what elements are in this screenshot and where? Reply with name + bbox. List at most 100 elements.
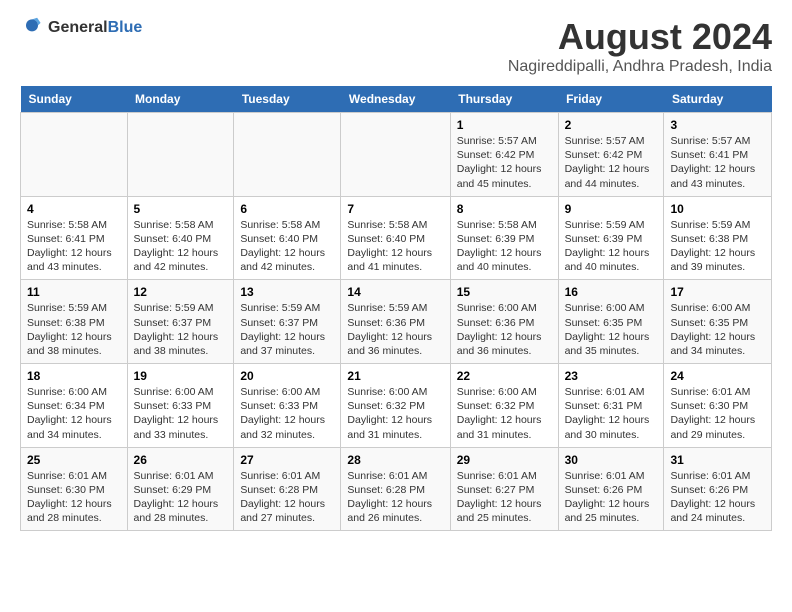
day-number: 4 — [27, 202, 121, 216]
day-number: 19 — [134, 369, 228, 383]
day-cell — [127, 113, 234, 197]
day-cell: 24Sunrise: 6:01 AM Sunset: 6:30 PM Dayli… — [664, 364, 772, 448]
day-info: Sunrise: 6:00 AM Sunset: 6:33 PM Dayligh… — [134, 385, 228, 442]
week-row-5: 25Sunrise: 6:01 AM Sunset: 6:30 PM Dayli… — [21, 447, 772, 531]
day-cell: 1 Sunrise: 5:57 AM Sunset: 6:42 PM Daylig… — [450, 113, 558, 197]
subtitle: Nagireddipalli, Andhra Pradesh, India — [508, 58, 772, 76]
day-cell — [341, 113, 450, 197]
day-number: 26 — [134, 453, 228, 467]
header-row: SundayMondayTuesdayWednesdayThursdayFrid… — [21, 86, 772, 113]
day-number: 11 — [27, 285, 121, 299]
calendar-table: SundayMondayTuesdayWednesdayThursdayFrid… — [20, 86, 772, 531]
day-number: 21 — [347, 369, 443, 383]
day-cell — [21, 113, 128, 197]
day-number: 15 — [457, 285, 552, 299]
day-number: 23 — [565, 369, 658, 383]
day-cell: 29Sunrise: 6:01 AM Sunset: 6:27 PM Dayli… — [450, 447, 558, 531]
day-number: 17 — [670, 285, 765, 299]
day-number: 16 — [565, 285, 658, 299]
day-info: Sunrise: 5:59 AM Sunset: 6:39 PM Dayligh… — [565, 218, 658, 275]
day-cell: 3 Sunrise: 5:57 AM Sunset: 6:41 PM Daylig… — [664, 113, 772, 197]
day-number: 20 — [240, 369, 334, 383]
day-cell: 11 Sunrise: 5:59 AM Sunset: 6:38 PM Dayli… — [21, 280, 128, 364]
day-number: 12 — [134, 285, 228, 299]
title-area: August 2024 Nagireddipalli, Andhra Prade… — [508, 16, 772, 76]
day-info: Sunrise: 5:58 AM Sunset: 6:40 PM Dayligh… — [134, 218, 228, 275]
day-info: Sunrise: 6:01 AM Sunset: 6:29 PM Dayligh… — [134, 469, 228, 526]
day-number: 2 — [565, 118, 658, 132]
day-info: Sunrise: 5:58 AM Sunset: 6:41 PM Dayligh… — [27, 218, 121, 275]
day-number: 22 — [457, 369, 552, 383]
day-info: Sunrise: 5:57 AM Sunset: 6:42 PM Dayligh… — [565, 134, 658, 191]
day-number: 13 — [240, 285, 334, 299]
week-row-4: 18Sunrise: 6:00 AM Sunset: 6:34 PM Dayli… — [21, 364, 772, 448]
day-number: 28 — [347, 453, 443, 467]
day-cell: 28 Sunrise: 6:01 AM Sunset: 6:28 PM Dayli… — [341, 447, 450, 531]
day-info: Sunrise: 5:59 AM Sunset: 6:38 PM Dayligh… — [670, 218, 765, 275]
day-info: Sunrise: 6:00 AM Sunset: 6:35 PM Dayligh… — [565, 301, 658, 358]
day-cell: 31Sunrise: 6:01 AM Sunset: 6:26 PM Dayli… — [664, 447, 772, 531]
day-info: Sunrise: 6:00 AM Sunset: 6:32 PM Dayligh… — [457, 385, 552, 442]
day-info: Sunrise: 5:57 AM Sunset: 6:42 PM Dayligh… — [457, 134, 552, 191]
day-info: Sunrise: 5:57 AM Sunset: 6:41 PM Dayligh… — [670, 134, 765, 191]
day-info: Sunrise: 6:01 AM Sunset: 6:26 PM Dayligh… — [565, 469, 658, 526]
day-cell: 12 Sunrise: 5:59 AM Sunset: 6:37 PM Dayli… — [127, 280, 234, 364]
day-cell: 23 Sunrise: 6:01 AM Sunset: 6:31 PM Dayli… — [558, 364, 664, 448]
week-row-3: 11 Sunrise: 5:59 AM Sunset: 6:38 PM Dayli… — [21, 280, 772, 364]
day-info: Sunrise: 6:01 AM Sunset: 6:31 PM Dayligh… — [565, 385, 658, 442]
week-row-1: 1 Sunrise: 5:57 AM Sunset: 6:42 PM Daylig… — [21, 113, 772, 197]
day-cell: 19 Sunrise: 6:00 AM Sunset: 6:33 PM Dayli… — [127, 364, 234, 448]
day-info: Sunrise: 5:59 AM Sunset: 6:37 PM Dayligh… — [134, 301, 228, 358]
day-number: 10 — [670, 202, 765, 216]
day-info: Sunrise: 5:59 AM Sunset: 6:37 PM Dayligh… — [240, 301, 334, 358]
header-cell-friday: Friday — [558, 86, 664, 113]
day-number: 31 — [670, 453, 765, 467]
day-cell: 7Sunrise: 5:58 AM Sunset: 6:40 PM Daylig… — [341, 196, 450, 280]
day-number: 8 — [457, 202, 552, 216]
day-info: Sunrise: 5:59 AM Sunset: 6:38 PM Dayligh… — [27, 301, 121, 358]
day-cell: 30 Sunrise: 6:01 AM Sunset: 6:26 PM Dayli… — [558, 447, 664, 531]
day-number: 5 — [134, 202, 228, 216]
day-cell: 4 Sunrise: 5:58 AM Sunset: 6:41 PM Daylig… — [21, 196, 128, 280]
week-row-2: 4 Sunrise: 5:58 AM Sunset: 6:41 PM Daylig… — [21, 196, 772, 280]
day-cell: 14Sunrise: 5:59 AM Sunset: 6:36 PM Dayli… — [341, 280, 450, 364]
logo: GeneralBlue — [20, 16, 142, 40]
day-info: Sunrise: 5:58 AM Sunset: 6:40 PM Dayligh… — [240, 218, 334, 275]
header: GeneralBlue August 2024 Nagireddipalli, … — [20, 16, 772, 76]
day-number: 7 — [347, 202, 443, 216]
day-number: 9 — [565, 202, 658, 216]
day-info: Sunrise: 6:00 AM Sunset: 6:36 PM Dayligh… — [457, 301, 552, 358]
day-cell — [234, 113, 341, 197]
day-cell: 16 Sunrise: 6:00 AM Sunset: 6:35 PM Dayli… — [558, 280, 664, 364]
day-info: Sunrise: 6:01 AM Sunset: 6:28 PM Dayligh… — [240, 469, 334, 526]
header-cell-saturday: Saturday — [664, 86, 772, 113]
day-cell: 18Sunrise: 6:00 AM Sunset: 6:34 PM Dayli… — [21, 364, 128, 448]
header-cell-tuesday: Tuesday — [234, 86, 341, 113]
day-cell: 13 Sunrise: 5:59 AM Sunset: 6:37 PM Dayli… — [234, 280, 341, 364]
day-number: 18 — [27, 369, 121, 383]
day-number: 3 — [670, 118, 765, 132]
day-number: 30 — [565, 453, 658, 467]
day-info: Sunrise: 6:00 AM Sunset: 6:35 PM Dayligh… — [670, 301, 765, 358]
day-cell: 27 Sunrise: 6:01 AM Sunset: 6:28 PM Dayli… — [234, 447, 341, 531]
logo-text-blue: Blue — [108, 19, 143, 36]
header-cell-thursday: Thursday — [450, 86, 558, 113]
day-cell: 21 Sunrise: 6:00 AM Sunset: 6:32 PM Dayli… — [341, 364, 450, 448]
day-number: 24 — [670, 369, 765, 383]
day-number: 6 — [240, 202, 334, 216]
day-cell: 10 Sunrise: 5:59 AM Sunset: 6:38 PM Dayli… — [664, 196, 772, 280]
day-info: Sunrise: 6:01 AM Sunset: 6:30 PM Dayligh… — [27, 469, 121, 526]
header-cell-sunday: Sunday — [21, 86, 128, 113]
day-info: Sunrise: 5:58 AM Sunset: 6:39 PM Dayligh… — [457, 218, 552, 275]
main-title: August 2024 — [508, 16, 772, 58]
day-number: 1 — [457, 118, 552, 132]
day-info: Sunrise: 6:00 AM Sunset: 6:32 PM Dayligh… — [347, 385, 443, 442]
day-number: 27 — [240, 453, 334, 467]
logo-icon — [20, 16, 44, 40]
day-cell: 5 Sunrise: 5:58 AM Sunset: 6:40 PM Daylig… — [127, 196, 234, 280]
day-cell: 25Sunrise: 6:01 AM Sunset: 6:30 PM Dayli… — [21, 447, 128, 531]
logo-text-general: General — [48, 19, 108, 36]
day-info: Sunrise: 6:01 AM Sunset: 6:28 PM Dayligh… — [347, 469, 443, 526]
calendar-body: 1 Sunrise: 5:57 AM Sunset: 6:42 PM Daylig… — [21, 113, 772, 531]
day-cell: 17 Sunrise: 6:00 AM Sunset: 6:35 PM Dayli… — [664, 280, 772, 364]
